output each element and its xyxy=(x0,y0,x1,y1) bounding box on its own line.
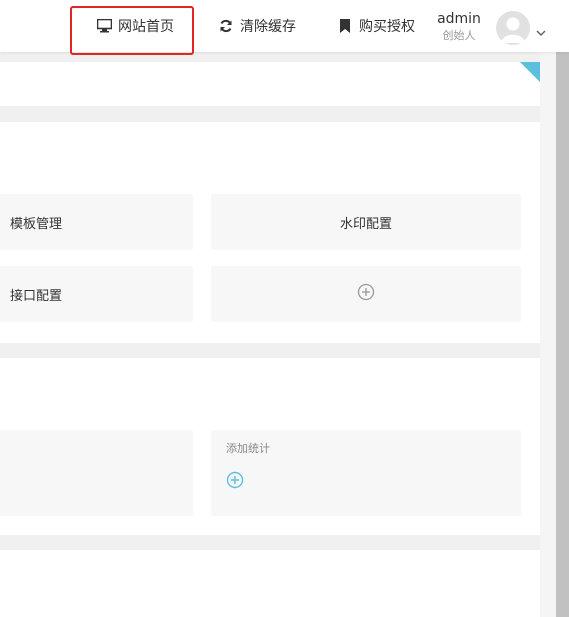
nav-buy-license-label: 购买授权 xyxy=(359,19,415,35)
top-header: 网站首页 清除缓存 购买授权 admin 创始人 xyxy=(0,0,569,52)
refresh-icon xyxy=(218,18,234,34)
user-name: admin xyxy=(437,11,481,27)
tile-watermark-config[interactable]: 水印配置 xyxy=(211,194,521,250)
user-info[interactable]: admin 创始人 xyxy=(436,10,482,44)
nav-website-home-label: 网站首页 xyxy=(118,19,174,35)
tile-add-stat[interactable]: 添加统计 xyxy=(211,430,521,516)
plus-circle-icon[interactable] xyxy=(226,471,244,489)
monitor-icon xyxy=(96,18,112,34)
tile-api-config[interactable]: 接口配置 xyxy=(0,266,193,322)
avatar[interactable] xyxy=(496,11,530,45)
tile-template-label: 模板管理 xyxy=(10,216,63,232)
nav-clear-cache[interactable]: 清除缓存 xyxy=(218,0,296,52)
tile-template-management[interactable]: 模板管理 xyxy=(0,194,193,250)
add-stat-label: 添加统计 xyxy=(226,442,270,455)
tile-stat xyxy=(0,430,193,516)
nav-buy-license[interactable]: 购买授权 xyxy=(337,0,415,52)
tile-watermark-label: 水印配置 xyxy=(339,216,392,232)
panel-top xyxy=(0,62,540,106)
tile-api-label: 接口配置 xyxy=(10,288,63,304)
nav-website-home[interactable]: 网站首页 xyxy=(96,0,174,52)
scrollbar-thumb[interactable] xyxy=(556,52,569,617)
plus-circle-icon xyxy=(357,283,375,305)
tile-add-shortcut[interactable] xyxy=(211,266,521,322)
nav-clear-cache-label: 清除缓存 xyxy=(240,19,296,35)
user-role: 创始人 xyxy=(442,29,476,42)
panel-bottom xyxy=(0,550,540,617)
bookmark-icon xyxy=(337,18,353,34)
corner-tag-icon xyxy=(520,62,540,82)
chevron-down-icon[interactable] xyxy=(536,22,546,41)
